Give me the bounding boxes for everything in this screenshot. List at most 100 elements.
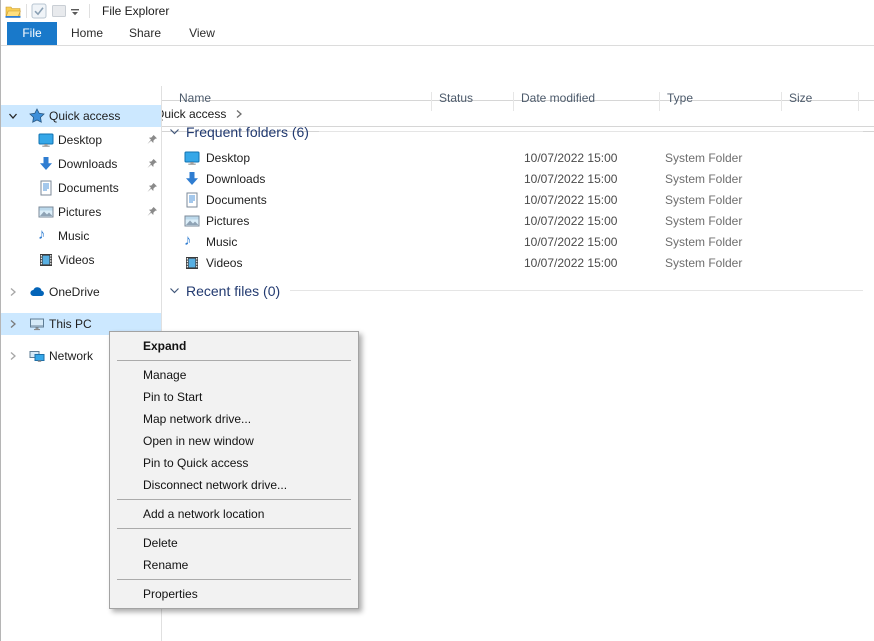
menu-item-expand[interactable]: Expand — [110, 335, 358, 357]
desktop-icon — [38, 132, 54, 148]
file-row-videos[interactable]: Videos 10/07/2022 15:00 System Folder — [162, 253, 874, 274]
file-explorer-logo-icon — [5, 3, 21, 19]
chevron-down-icon[interactable] — [8, 111, 18, 121]
file-type: System Folder — [665, 172, 742, 186]
menu-item-rename[interactable]: Rename — [110, 554, 358, 576]
menu-item-add-a-network-location[interactable]: Add a network location — [110, 503, 358, 525]
menu-separator — [117, 499, 351, 500]
menu-item-properties[interactable]: Properties — [110, 583, 358, 605]
file-name[interactable]: Downloads — [206, 172, 265, 186]
music-icon: ♪ — [38, 226, 46, 243]
music-icon: ♪ — [184, 232, 192, 249]
qat-customize-dropdown[interactable] — [70, 8, 80, 16]
pictures-icon — [184, 213, 200, 229]
videos-icon — [184, 255, 200, 271]
group-label: Frequent folders (6) — [186, 124, 309, 140]
desktop-icon — [184, 150, 200, 166]
group-label: Recent files (0) — [186, 283, 280, 299]
network-icon — [29, 348, 45, 364]
file-row-downloads[interactable]: Downloads 10/07/2022 15:00 System Folder — [162, 169, 874, 190]
file-date-modified: 10/07/2022 15:00 — [524, 256, 617, 270]
sidebar-item-quick-access[interactable]: Quick access — [1, 105, 161, 127]
pictures-icon — [38, 204, 54, 220]
pin-icon — [146, 158, 158, 170]
sidebar-item-label: Music — [58, 229, 89, 243]
sidebar-item-label: Documents — [58, 181, 119, 195]
window-title: File Explorer — [102, 4, 169, 18]
file-name[interactable]: Desktop — [206, 151, 250, 165]
group-rule — [319, 131, 863, 132]
titlebar-separator — [89, 4, 90, 18]
sidebar-item-documents[interactable]: Documents — [1, 177, 161, 199]
group-rule — [290, 290, 863, 291]
file-date-modified: 10/07/2022 15:00 — [524, 214, 617, 228]
menu-item-open-in-new-window[interactable]: Open in new window — [110, 430, 358, 452]
titlebar: File Explorer — [1, 0, 874, 22]
menu-item-manage[interactable]: Manage — [110, 364, 358, 386]
chevron-right-icon[interactable] — [8, 319, 18, 329]
sidebar-item-music[interactable]: ♪ Music — [1, 225, 161, 247]
titlebar-separator — [26, 4, 27, 18]
sidebar-item-label: Desktop — [58, 133, 102, 147]
file-row-pictures[interactable]: Pictures 10/07/2022 15:00 System Folder — [162, 211, 874, 232]
qat-new-folder-button[interactable] — [51, 3, 67, 19]
context-menu: Expand Manage Pin to Start Map network d… — [109, 331, 359, 609]
column-separator[interactable] — [513, 92, 514, 111]
group-recent-files[interactable]: Recent files (0) — [169, 282, 863, 299]
column-separator[interactable] — [431, 92, 432, 111]
sidebar-item-label: This PC — [49, 317, 92, 331]
column-separator[interactable] — [858, 92, 859, 111]
tab-home[interactable]: Home — [62, 22, 112, 45]
file-explorer-window: File Explorer File Home Share View Q — [0, 0, 874, 641]
file-type: System Folder — [665, 151, 742, 165]
column-header-type[interactable]: Type — [667, 91, 693, 105]
sidebar-item-label: Downloads — [58, 157, 117, 171]
column-separator[interactable] — [659, 92, 660, 111]
column-header-date-modified[interactable]: Date modified — [521, 91, 595, 105]
menu-item-pin-to-quick-access[interactable]: Pin to Quick access — [110, 452, 358, 474]
sidebar-item-label: Videos — [58, 253, 94, 267]
menu-item-disconnect-network-drive[interactable]: Disconnect network drive... — [110, 474, 358, 496]
sidebar-item-downloads[interactable]: Downloads — [1, 153, 161, 175]
file-name[interactable]: Music — [206, 235, 237, 249]
menu-item-delete[interactable]: Delete — [110, 532, 358, 554]
file-name[interactable]: Videos — [206, 256, 242, 270]
pin-icon — [146, 182, 158, 194]
documents-icon — [38, 180, 54, 196]
quick-access-star-icon — [29, 108, 45, 124]
menu-item-map-network-drive[interactable]: Map network drive... — [110, 408, 358, 430]
menu-separator — [117, 360, 351, 361]
file-type: System Folder — [665, 256, 742, 270]
chevron-down-icon[interactable] — [169, 285, 180, 296]
tab-view[interactable]: View — [177, 22, 227, 45]
menu-item-pin-to-start[interactable]: Pin to Start — [110, 386, 358, 408]
sidebar-item-videos[interactable]: Videos — [1, 249, 161, 271]
downloads-icon — [38, 156, 54, 172]
file-date-modified: 10/07/2022 15:00 — [524, 172, 617, 186]
sidebar-item-desktop[interactable]: Desktop — [1, 129, 161, 151]
this-pc-icon — [29, 316, 45, 332]
pin-icon — [146, 134, 158, 146]
file-name[interactable]: Documents — [206, 193, 267, 207]
file-row-documents[interactable]: Documents 10/07/2022 15:00 System Folder — [162, 190, 874, 211]
group-frequent-folders[interactable]: Frequent folders (6) — [169, 123, 863, 140]
tab-file[interactable]: File — [7, 22, 57, 45]
qat-properties-button[interactable] — [31, 3, 47, 19]
sidebar-item-label: OneDrive — [49, 285, 100, 299]
chevron-down-icon[interactable] — [169, 126, 180, 137]
sidebar-item-label: Quick access — [49, 109, 120, 123]
column-header-size[interactable]: Size — [789, 91, 812, 105]
file-row-music[interactable]: ♪ Music 10/07/2022 15:00 System Folder — [162, 232, 874, 253]
column-separator[interactable] — [781, 92, 782, 111]
column-header-status[interactable]: Status — [439, 91, 473, 105]
file-name[interactable]: Pictures — [206, 214, 249, 228]
chevron-right-icon[interactable] — [8, 351, 18, 361]
file-type: System Folder — [665, 235, 742, 249]
tab-share[interactable]: Share — [120, 22, 170, 45]
column-header-name[interactable]: Name — [179, 91, 211, 105]
chevron-right-icon[interactable] — [8, 287, 18, 297]
file-row-desktop[interactable]: Desktop 10/07/2022 15:00 System Folder — [162, 148, 874, 169]
sidebar-item-onedrive[interactable]: OneDrive — [1, 281, 161, 303]
menu-separator — [117, 528, 351, 529]
sidebar-item-pictures[interactable]: Pictures — [1, 201, 161, 223]
